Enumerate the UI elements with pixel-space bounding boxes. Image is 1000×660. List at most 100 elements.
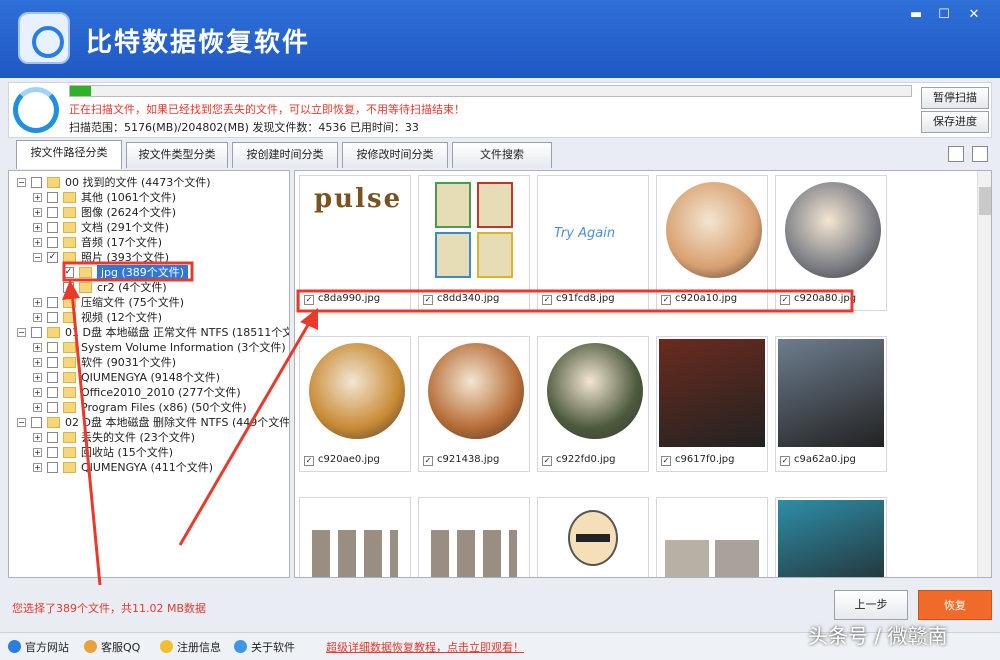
tree-node[interactable]: ✓ jpg (389个文件) xyxy=(9,265,289,280)
expand-toggle-icon[interactable]: + xyxy=(33,298,42,307)
tree-node[interactable]: + System Volume Information (3个文件) xyxy=(9,340,289,355)
close-button[interactable]: ✕ xyxy=(962,6,986,24)
tree-checkbox[interactable] xyxy=(47,462,58,473)
expand-toggle-icon[interactable]: + xyxy=(33,208,42,217)
tree-checkbox[interactable] xyxy=(47,372,58,383)
file-thumbnail[interactable]: ✓ c922fd0.jpg xyxy=(537,336,649,472)
tree-checkbox[interactable] xyxy=(47,447,58,458)
expand-toggle-icon[interactable]: + xyxy=(33,448,42,457)
file-thumbnail[interactable] xyxy=(656,497,768,577)
tree-checkbox[interactable] xyxy=(47,402,58,413)
recover-button[interactable]: 恢复 xyxy=(918,590,992,620)
file-checkbox[interactable]: ✓ xyxy=(304,295,314,305)
file-thumbnail[interactable] xyxy=(537,497,649,577)
about-link[interactable]: 关于软件 xyxy=(234,639,295,655)
expand-toggle-icon[interactable]: + xyxy=(33,433,42,442)
tree-checkbox[interactable] xyxy=(47,192,58,203)
tree-node[interactable]: + 其他 (1061个文件) xyxy=(9,190,289,205)
tree-node[interactable]: − 02 D盘 本地磁盘 删除文件 NTFS (449个文件) xyxy=(9,415,289,430)
tree-node[interactable]: + QIUMENGYA (9148个文件) xyxy=(9,370,289,385)
tree-checkbox[interactable] xyxy=(31,417,42,428)
thumbnail-caption[interactable]: ✓ c91fcd8.jpg xyxy=(542,293,615,305)
file-thumbnail[interactable] xyxy=(775,497,887,577)
expand-toggle-icon[interactable]: + xyxy=(33,193,42,202)
save-progress-button[interactable]: 保存进度 xyxy=(921,111,989,133)
pause-scan-button[interactable]: 暂停扫描 xyxy=(921,87,989,109)
file-thumbnail[interactable]: ✓ c920ae0.jpg xyxy=(299,336,411,472)
tree-checkbox[interactable] xyxy=(47,237,58,248)
file-checkbox[interactable]: ✓ xyxy=(661,456,671,466)
tutorial-link[interactable]: 超级详细数据恢复教程，点击立即观看！ xyxy=(326,639,524,655)
file-thumbnail[interactable]: ✓ c9617f0.jpg xyxy=(656,336,768,472)
tree-node[interactable]: − 00 找到的文件 (4473个文件) xyxy=(9,175,289,190)
tree-checkbox[interactable] xyxy=(63,282,74,293)
tree-checkbox[interactable]: ✓ xyxy=(47,252,58,263)
expand-toggle-icon[interactable]: − xyxy=(17,328,26,337)
thumbnail-caption[interactable]: ✓ c9617f0.jpg xyxy=(661,454,734,466)
file-checkbox[interactable]: ✓ xyxy=(542,456,552,466)
expand-toggle-icon[interactable]: + xyxy=(33,373,42,382)
tab-by-created[interactable]: 按创建时间分类 xyxy=(232,142,338,168)
tree-node[interactable]: + 回收站 (15个文件) xyxy=(9,445,289,460)
expand-toggle-icon[interactable]: + xyxy=(33,238,42,247)
tree-node[interactable]: cr2 (4个文件) xyxy=(9,280,289,295)
folder-tree[interactable]: − 00 找到的文件 (4473个文件) + 其他 (1061个文件) + 图像 (262… xyxy=(8,170,290,578)
file-thumbnail[interactable]: ✓ c921438.jpg xyxy=(418,336,530,472)
file-thumbnail[interactable]: ✓ c920a10.jpg xyxy=(656,175,768,311)
thumbnail-caption[interactable]: ✓ c920ae0.jpg xyxy=(304,454,380,466)
support-qq-link[interactable]: 客服QQ xyxy=(84,639,140,655)
minimize-button[interactable]: ▬ xyxy=(904,6,928,24)
tree-checkbox[interactable] xyxy=(47,387,58,398)
file-checkbox[interactable]: ✓ xyxy=(661,295,671,305)
tab-file-search[interactable]: 文件搜索 xyxy=(452,142,552,168)
official-site-link[interactable]: 官方网站 xyxy=(8,639,69,655)
tab-by-modified[interactable]: 按修改时间分类 xyxy=(342,142,448,168)
register-info-link[interactable]: 注册信息 xyxy=(160,639,221,655)
tree-node[interactable]: + 视频 (12个文件) xyxy=(9,310,289,325)
expand-toggle-icon[interactable]: + xyxy=(33,313,42,322)
expand-toggle-icon[interactable]: + xyxy=(33,463,42,472)
expand-toggle-icon[interactable]: + xyxy=(33,223,42,232)
thumbnail-caption[interactable]: ✓ c8da990.jpg xyxy=(304,293,380,305)
expand-toggle-icon[interactable]: − xyxy=(17,418,26,427)
expand-toggle-icon[interactable]: + xyxy=(33,403,42,412)
tree-checkbox[interactable]: ✓ xyxy=(63,267,74,278)
tree-node[interactable]: − ✓ 照片 (393个文件) xyxy=(9,250,289,265)
tab-by-path[interactable]: 按文件路径分类 xyxy=(16,140,122,169)
list-view-icon[interactable] xyxy=(948,146,964,162)
thumbnail-grid[interactable]: pulse ✓ c8da990.jpg ✓ c8dd340.jpg Try Again ✓ c… xyxy=(294,170,992,578)
tree-node[interactable]: + 音频 (17个文件) xyxy=(9,235,289,250)
tree-node[interactable]: + 压缩文件 (75个文件) xyxy=(9,295,289,310)
file-checkbox[interactable]: ✓ xyxy=(542,295,552,305)
tree-node[interactable]: + Office2010_2010 (277个文件) xyxy=(9,385,289,400)
tree-checkbox[interactable] xyxy=(47,297,58,308)
file-checkbox[interactable]: ✓ xyxy=(304,456,314,466)
tree-node[interactable]: + QIUMENGYA (411个文件) xyxy=(9,460,289,475)
expand-toggle-icon[interactable]: − xyxy=(33,253,42,262)
file-thumbnail[interactable]: pulse ✓ c8da990.jpg xyxy=(299,175,411,311)
file-checkbox[interactable]: ✓ xyxy=(423,295,433,305)
back-button[interactable]: 上一步 xyxy=(834,590,908,620)
tree-node[interactable]: + 文档 (291个文件) xyxy=(9,220,289,235)
file-thumbnail[interactable]: Try Again ✓ c91fcd8.jpg xyxy=(537,175,649,311)
tree-checkbox[interactable] xyxy=(31,327,42,338)
file-checkbox[interactable]: ✓ xyxy=(423,456,433,466)
thumbnail-caption[interactable]: ✓ c920a10.jpg xyxy=(661,293,737,305)
expand-toggle-icon[interactable]: + xyxy=(33,388,42,397)
tree-node[interactable]: + Program Files (x86) (50个文件) xyxy=(9,400,289,415)
tree-checkbox[interactable] xyxy=(31,177,42,188)
grid-view-icon[interactable] xyxy=(972,146,988,162)
tree-node[interactable]: − 01 D盘 本地磁盘 正常文件 NTFS (18511个文件) xyxy=(9,325,289,340)
tab-by-type[interactable]: 按文件类型分类 xyxy=(126,142,228,168)
file-checkbox[interactable]: ✓ xyxy=(780,456,790,466)
maximize-button[interactable]: ☐ xyxy=(932,6,956,24)
thumbnail-caption[interactable]: ✓ c920a80.jpg xyxy=(780,293,856,305)
thumbnail-caption[interactable]: ✓ c921438.jpg xyxy=(423,454,499,466)
file-thumbnail[interactable]: ✓ c9a62a0.jpg xyxy=(775,336,887,472)
file-thumbnail[interactable] xyxy=(418,497,530,577)
thumbnail-caption[interactable]: ✓ c9a62a0.jpg xyxy=(780,454,856,466)
tree-checkbox[interactable] xyxy=(47,222,58,233)
expand-toggle-icon[interactable]: + xyxy=(33,343,42,352)
file-thumbnail[interactable] xyxy=(299,497,411,577)
tree-checkbox[interactable] xyxy=(47,432,58,443)
